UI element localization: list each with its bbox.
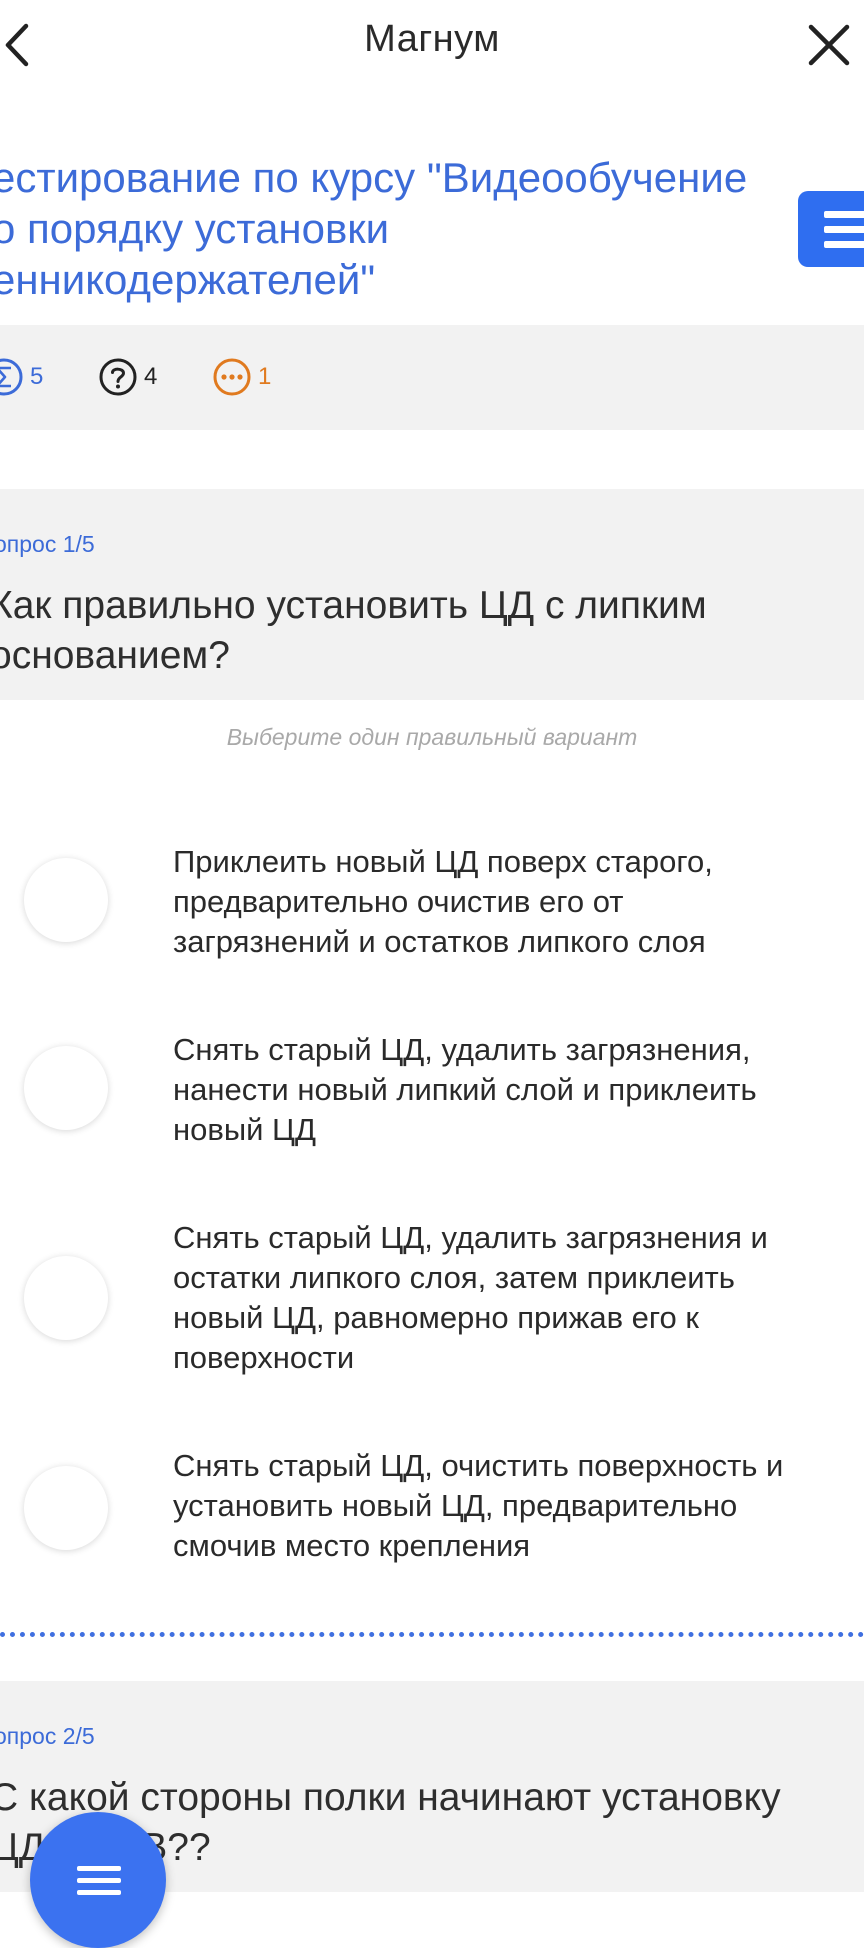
floating-menu-button[interactable] bbox=[30, 1812, 166, 1948]
answer-option[interactable]: Снять старый ЦД, очистить поверхность и … bbox=[0, 1446, 864, 1566]
answer-option-text: Снять старый ЦД, очистить поверхность и … bbox=[173, 1448, 784, 1563]
question-card: опрос 1/5 Как правильно установить ЦД с … bbox=[0, 489, 864, 700]
quiz-stats: 5 4 1 bbox=[0, 325, 864, 430]
stat-total-value: 5 bbox=[30, 363, 44, 390]
sigma-circle-icon bbox=[0, 358, 23, 396]
answer-option-text: Приклеить новый ЦД поверх старого, предв… bbox=[173, 844, 713, 959]
radio-button[interactable] bbox=[24, 1466, 108, 1550]
radio-button[interactable] bbox=[24, 1046, 108, 1130]
question-number: опрос 2/5 bbox=[0, 1723, 95, 1749]
close-icon bbox=[808, 24, 850, 66]
stat-pending: 1 bbox=[212, 357, 271, 397]
course-title: естирование по курсу "Видеообучение о по… bbox=[0, 154, 748, 303]
ellipsis-circle-icon bbox=[213, 358, 251, 396]
answer-option[interactable]: Приклеить новый ЦД поверх старого, предв… bbox=[0, 842, 864, 962]
question-circle-icon bbox=[99, 358, 137, 396]
question-divider bbox=[0, 1632, 864, 1637]
answer-option-text: Снять старый ЦД, удалить загрязнения, на… bbox=[173, 1032, 757, 1147]
answer-option-text: Снять старый ЦД, удалить загрязнения и о… bbox=[173, 1220, 768, 1375]
stat-unanswered-value: 4 bbox=[144, 363, 158, 390]
close-button[interactable] bbox=[806, 22, 852, 68]
stat-pending-value: 1 bbox=[258, 363, 272, 390]
stat-total: 5 bbox=[0, 357, 43, 397]
answer-hint: Выберите один правильный вариант bbox=[226, 724, 638, 750]
top-bar: Магнум bbox=[0, 0, 864, 90]
radio-button[interactable] bbox=[24, 858, 108, 942]
answer-option[interactable]: Снять старый ЦД, удалить загрязнения и о… bbox=[0, 1218, 864, 1378]
stat-unanswered: 4 bbox=[98, 357, 157, 397]
answer-option[interactable]: Снять старый ЦД, удалить загрязнения, на… bbox=[0, 1030, 864, 1150]
menu-button[interactable] bbox=[798, 191, 864, 267]
question-number: опрос 1/5 bbox=[0, 531, 95, 557]
question-text: Как правильно установить ЦД с липким осн… bbox=[0, 584, 707, 677]
page-title: Магнум bbox=[364, 18, 500, 60]
radio-button[interactable] bbox=[24, 1256, 108, 1340]
